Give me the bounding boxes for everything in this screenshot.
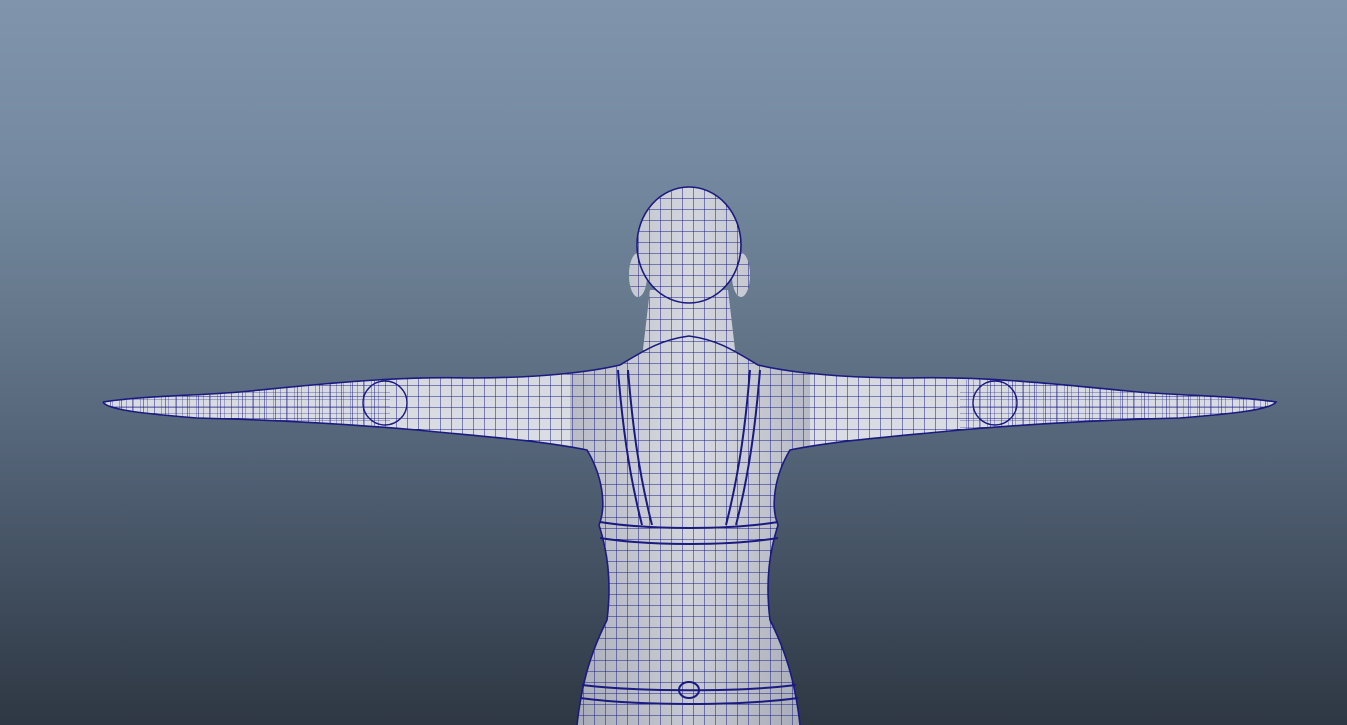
model-surface (103, 187, 1276, 725)
3d-viewport[interactable] (0, 0, 1347, 725)
character-model[interactable] (0, 0, 1347, 725)
